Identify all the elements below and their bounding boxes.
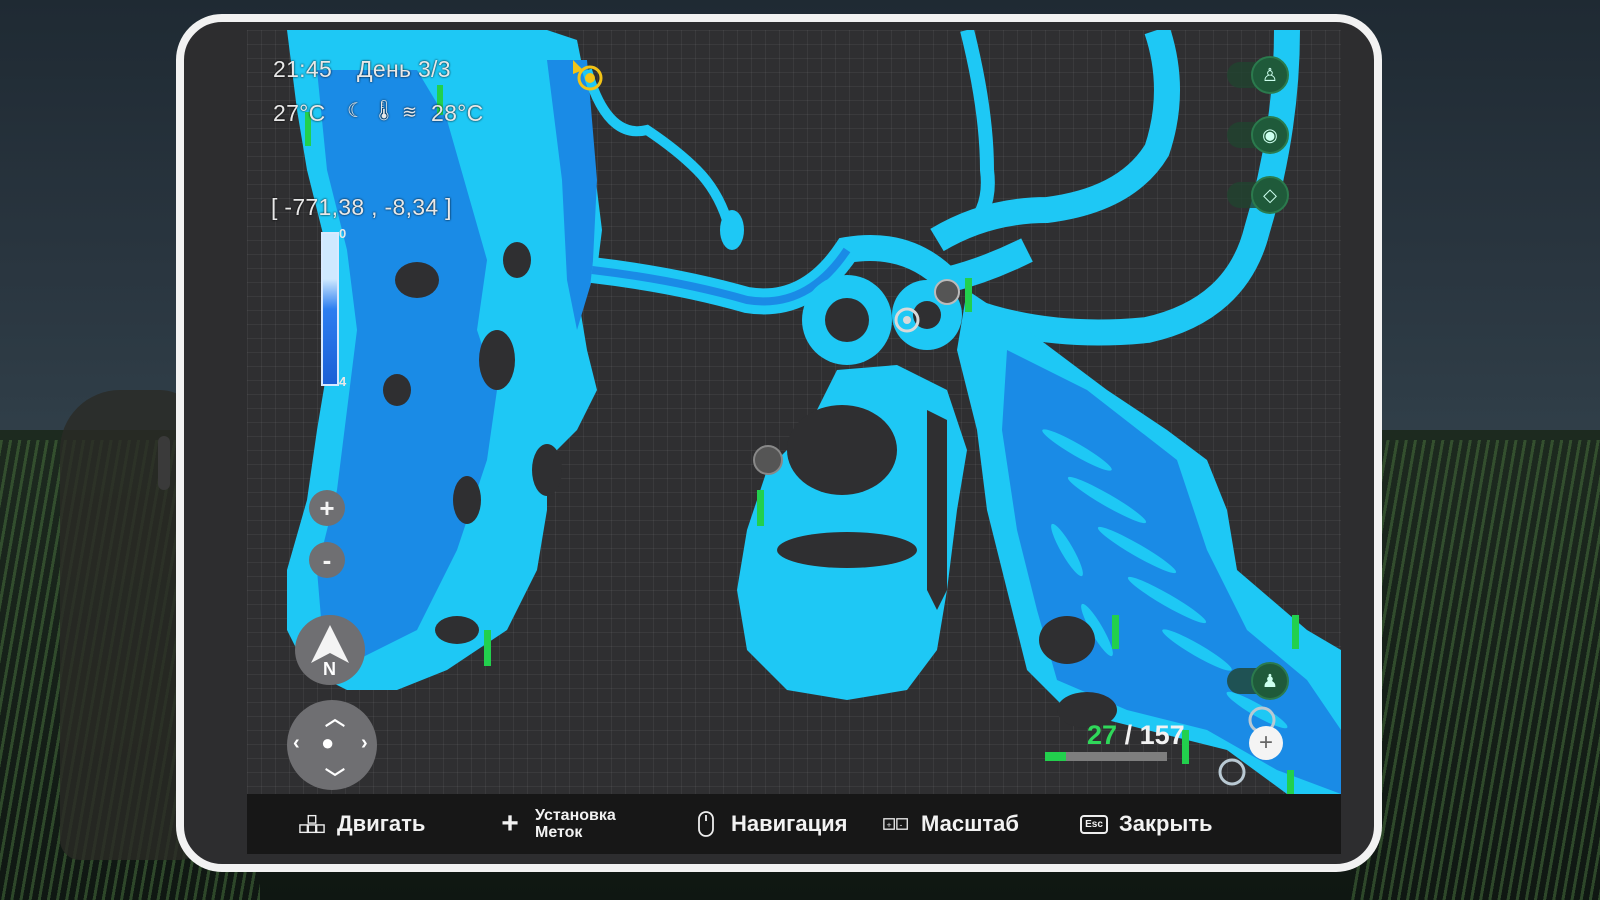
- scale-hint[interactable]: + - Масштаб: [883, 794, 1019, 854]
- air-temperature: 27°C: [273, 100, 326, 126]
- compass-label: N: [323, 659, 336, 679]
- location-filter-icon[interactable]: ◉: [1251, 116, 1289, 154]
- mouse-icon: [693, 811, 719, 837]
- svg-text:-: -: [899, 819, 902, 829]
- move-label: Двигать: [337, 811, 426, 836]
- reeds-right: [1350, 440, 1600, 900]
- coordinates: [ -771,38 , -8,34 ]: [271, 194, 452, 220]
- markers-label-2: Меток: [535, 824, 583, 841]
- pan-dpad[interactable]: ︿ ﹀ ‹ › ●: [287, 700, 377, 790]
- depth-max: 4: [339, 374, 347, 389]
- pan-down-icon[interactable]: ﹀: [325, 762, 345, 791]
- water-map[interactable]: [247, 30, 1341, 794]
- pan-up-icon[interactable]: ︿: [325, 702, 345, 731]
- weather-icon: ☾ 🌡: [347, 100, 397, 122]
- center-player-icon[interactable]: ●: [321, 730, 334, 756]
- plus-minus-keys-icon: + -: [883, 812, 909, 836]
- markers-hint[interactable]: + Установка Меток: [497, 794, 616, 854]
- fisher-filter-icon[interactable]: ♙: [1251, 56, 1289, 94]
- counter-separator: /: [1124, 720, 1133, 750]
- counter-current: 27: [1087, 720, 1118, 750]
- depth-min: 0: [339, 226, 347, 241]
- counter-total: 157: [1139, 720, 1185, 750]
- water-temperature: 28°C: [431, 100, 484, 126]
- pan-right-icon[interactable]: ›: [361, 732, 368, 755]
- counter-progress: [1045, 752, 1167, 761]
- map-screen[interactable]: 21:45 День 3/3 27°C ☾ 🌡 ≋ 28°C [ -771,38…: [247, 30, 1341, 854]
- close-hint[interactable]: Esc Закрыть: [1080, 794, 1213, 854]
- depth-scale: [321, 232, 339, 386]
- move-hint[interactable]: Двигать: [299, 794, 425, 854]
- water-wave-icon: ≋: [402, 102, 418, 122]
- markers-label-1: Установка: [535, 807, 616, 824]
- bottom-bar: Двигать + Установка Меток Навигация + - М…: [247, 794, 1341, 854]
- navigation-label: Навигация: [731, 811, 848, 836]
- zoom-in-button[interactable]: +: [309, 490, 345, 526]
- scale-label: Масштаб: [921, 811, 1020, 836]
- tablet-side-button: [158, 436, 170, 490]
- pan-left-icon[interactable]: ‹: [293, 732, 300, 755]
- rod-filter-icon[interactable]: ♟: [1251, 662, 1289, 700]
- esc-key-icon: Esc: [1080, 812, 1108, 836]
- clock: 21:45: [273, 56, 333, 82]
- top-stream: [582, 68, 732, 222]
- compass-north-icon[interactable]: N: [295, 615, 365, 685]
- central-channel: [590, 235, 1033, 315]
- diamond-icon[interactable]: ◇: [1251, 176, 1289, 214]
- esc-key-label: Esc: [1080, 814, 1108, 834]
- counter-progress-fill: [1045, 752, 1066, 761]
- plus-key-icon: +: [501, 807, 519, 840]
- zoom-out-button[interactable]: -: [309, 542, 345, 578]
- plus-icon[interactable]: +: [1249, 726, 1283, 760]
- navigation-hint[interactable]: Навигация: [693, 794, 847, 854]
- arrow-keys-icon: [299, 812, 325, 836]
- close-label: Закрыть: [1119, 811, 1213, 836]
- catch-counter: 27 / 157: [1087, 720, 1185, 751]
- day-counter: День 3/3: [357, 56, 451, 82]
- svg-text:+: +: [886, 819, 891, 829]
